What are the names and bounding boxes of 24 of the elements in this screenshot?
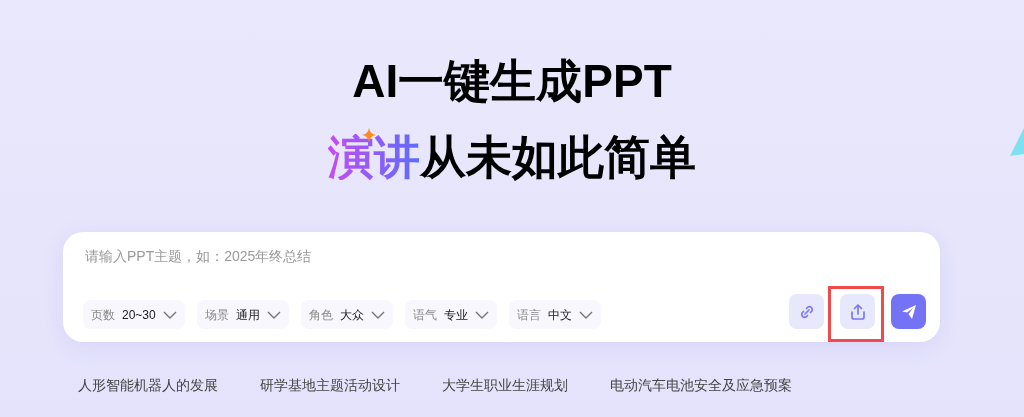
upload-icon xyxy=(848,302,867,321)
decoration-shape xyxy=(1010,128,1024,156)
link-button[interactable] xyxy=(789,294,824,329)
suggestion-link[interactable]: 电动汽车电池安全及应急预案 xyxy=(610,375,792,396)
option-dropdown[interactable]: 页数 20~30 xyxy=(83,300,185,329)
topic-input[interactable]: 请输入PPT主题，如：2025年终总结 xyxy=(83,245,783,268)
chevron-down-icon xyxy=(266,310,281,319)
upload-button[interactable] xyxy=(840,294,875,329)
option-dropdown[interactable]: 语言 中文 xyxy=(508,300,601,329)
page-heading: AI一键生成PPT xyxy=(351,54,673,104)
option-dropdown[interactable]: 场景 通用 xyxy=(196,300,289,329)
chevron-down-icon xyxy=(162,310,177,319)
send-button[interactable] xyxy=(891,294,926,329)
option-dropdown[interactable]: 语气 专业 xyxy=(404,300,497,329)
highlighted-word: 演讲 xyxy=(328,134,420,180)
chevron-down-icon xyxy=(474,310,489,319)
suggestion-link[interactable]: 人形智能机器人的发展 xyxy=(78,375,218,396)
suggestion-link[interactable]: 研学基地主题活动设计 xyxy=(260,375,400,396)
chevron-down-icon xyxy=(370,310,385,319)
suggestion-link[interactable]: 大学生职业生涯规划 xyxy=(442,375,568,396)
chevron-down-icon xyxy=(578,310,593,319)
option-dropdown[interactable]: 角色 大众 xyxy=(300,300,393,329)
send-icon xyxy=(899,302,918,321)
page-subheading: 从未如此简单 xyxy=(420,134,696,180)
